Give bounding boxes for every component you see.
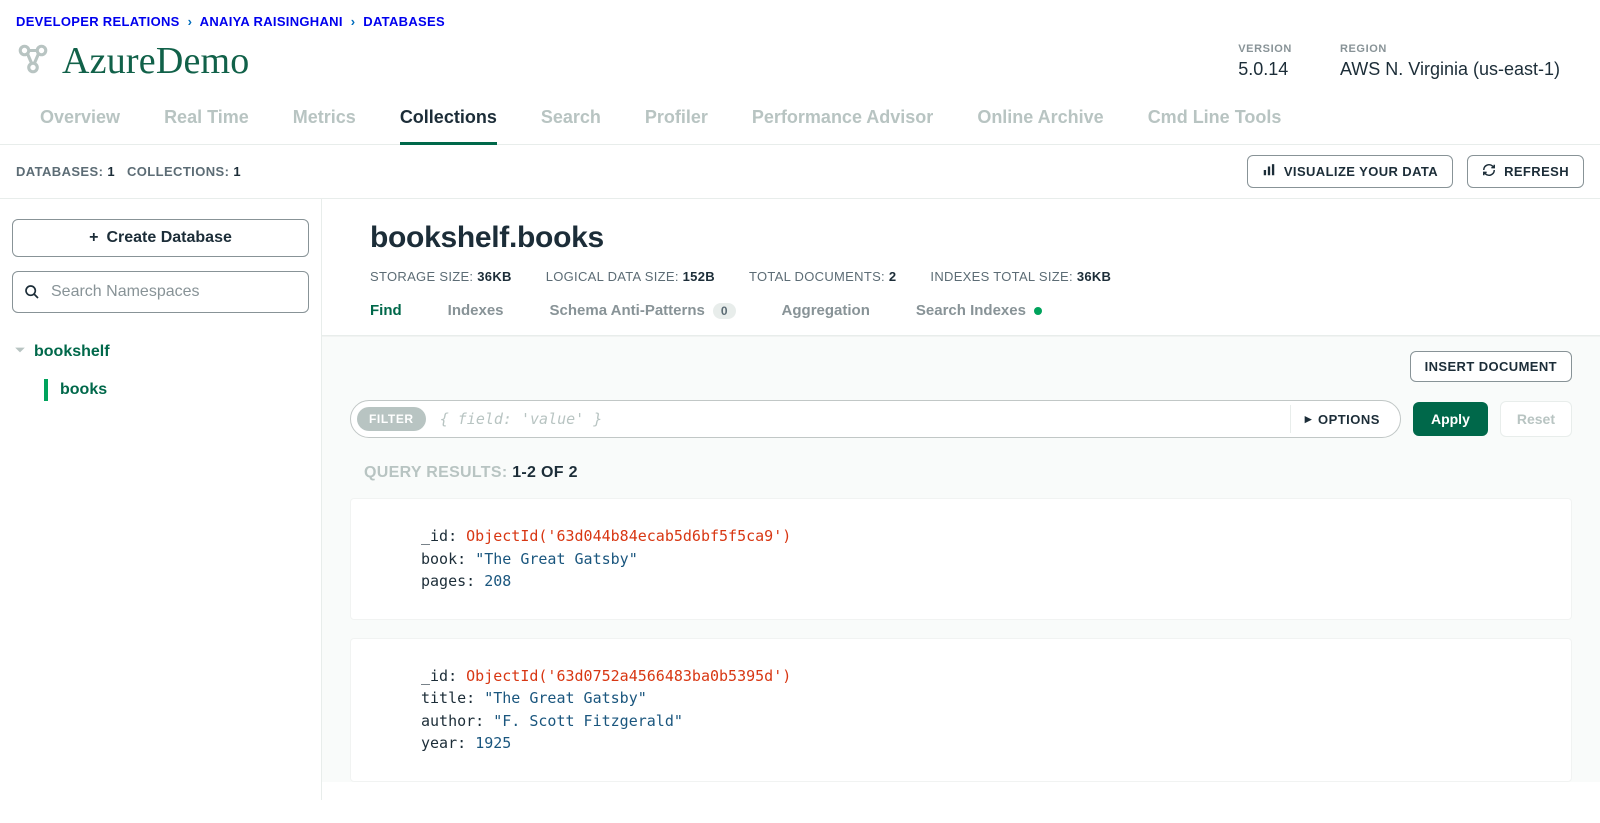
- chevron-right-icon: ›: [347, 14, 360, 29]
- tab-collections[interactable]: Collections: [400, 93, 497, 145]
- refresh-icon: [1482, 163, 1496, 180]
- tab-online-archive[interactable]: Online Archive: [977, 93, 1103, 144]
- insert-document-button[interactable]: INSERT DOCUMENT: [1410, 351, 1572, 382]
- collection-stat: INDEXES TOTAL SIZE: 36KB: [930, 269, 1111, 284]
- document-card[interactable]: _id: ObjectId('63d044b84ecab5d6bf5f5ca9'…: [350, 498, 1572, 620]
- tab-profiler[interactable]: Profiler: [645, 93, 708, 144]
- filter-input[interactable]: FILTER { field: 'value' } ▸ OPTIONS: [350, 400, 1401, 438]
- region-value: AWS N. Virginia (us-east-1): [1340, 59, 1560, 80]
- cluster-tabs: Overview Real Time Metrics Collections Searc…: [0, 93, 1600, 145]
- reset-button[interactable]: Reset: [1500, 401, 1572, 437]
- tab-schema-anti-patterns[interactable]: Schema Anti-Patterns 0: [550, 302, 736, 325]
- tab-metrics[interactable]: Metrics: [293, 93, 356, 144]
- cluster-icon: [16, 42, 50, 81]
- tab-cmd-line-tools[interactable]: Cmd Line Tools: [1148, 93, 1282, 144]
- breadcrumb: DEVELOPER RELATIONS › ANAIYA RAISINGHANI…: [0, 0, 1600, 35]
- region-label: REGION: [1340, 43, 1560, 55]
- tab-aggregation[interactable]: Aggregation: [782, 302, 870, 325]
- document-field: year: 1925: [421, 732, 1501, 755]
- breadcrumb-link[interactable]: DATABASES: [363, 14, 445, 29]
- chevron-right-icon: ›: [184, 14, 197, 29]
- sidebar-database-item[interactable]: bookshelf: [12, 339, 309, 365]
- document-field: pages: 208: [421, 570, 1501, 593]
- sidebar-collection-item[interactable]: books: [44, 379, 309, 401]
- tab-overview[interactable]: Overview: [40, 93, 120, 144]
- namespace-search-input[interactable]: [12, 271, 309, 313]
- anti-pattern-count-badge: 0: [713, 303, 736, 319]
- caret-right-icon: ▸: [1305, 411, 1312, 427]
- collection-title: bookshelf.books: [322, 221, 1600, 255]
- document-field: author: "F. Scott Fitzgerald": [421, 710, 1501, 733]
- tab-find[interactable]: Find: [370, 302, 402, 325]
- filter-options-button[interactable]: ▸ OPTIONS: [1290, 405, 1394, 433]
- version-label: VERSION: [1238, 43, 1292, 55]
- cluster-title: AzureDemo: [62, 39, 250, 83]
- collection-stat: LOGICAL DATA SIZE: 152B: [546, 269, 715, 284]
- query-results-label: QUERY RESULTS: 1-2 OF 2: [350, 464, 1572, 498]
- document-field: _id: ObjectId('63d044b84ecab5d6bf5f5ca9'…: [421, 525, 1501, 548]
- caret-down-icon: [14, 343, 26, 361]
- breadcrumb-link[interactable]: DEVELOPER RELATIONS: [16, 14, 180, 29]
- filter-placeholder: { field: 'value' }: [440, 410, 1290, 428]
- plus-icon: +: [89, 229, 98, 247]
- collection-stat: TOTAL DOCUMENTS: 2: [749, 269, 896, 284]
- document-card[interactable]: _id: ObjectId('63d0752a4566483ba0b5395d'…: [350, 638, 1572, 782]
- apply-button[interactable]: Apply: [1413, 402, 1488, 436]
- chart-icon: [1262, 163, 1276, 180]
- version-value: 5.0.14: [1238, 59, 1292, 80]
- tab-performance-advisor[interactable]: Performance Advisor: [752, 93, 933, 144]
- tab-search[interactable]: Search: [541, 93, 601, 144]
- document-field: _id: ObjectId('63d0752a4566483ba0b5395d'…: [421, 665, 1501, 688]
- document-field: book: "The Great Gatsby": [421, 548, 1501, 571]
- tab-real-time[interactable]: Real Time: [164, 93, 249, 144]
- refresh-button[interactable]: REFRESH: [1467, 155, 1584, 188]
- ns-counts: DATABASES: 1 COLLECTIONS: 1: [16, 164, 241, 179]
- create-database-button[interactable]: + Create Database: [12, 219, 309, 257]
- filter-pill: FILTER: [357, 407, 426, 431]
- collection-stat: STORAGE SIZE: 36KB: [370, 269, 512, 284]
- visualize-button[interactable]: VISUALIZE YOUR DATA: [1247, 155, 1453, 188]
- status-dot-icon: [1034, 307, 1042, 315]
- breadcrumb-link[interactable]: ANAIYA RAISINGHANI: [200, 14, 343, 29]
- tab-search-indexes[interactable]: Search Indexes: [916, 302, 1042, 325]
- tab-indexes[interactable]: Indexes: [448, 302, 504, 325]
- document-field: title: "The Great Gatsby": [421, 687, 1501, 710]
